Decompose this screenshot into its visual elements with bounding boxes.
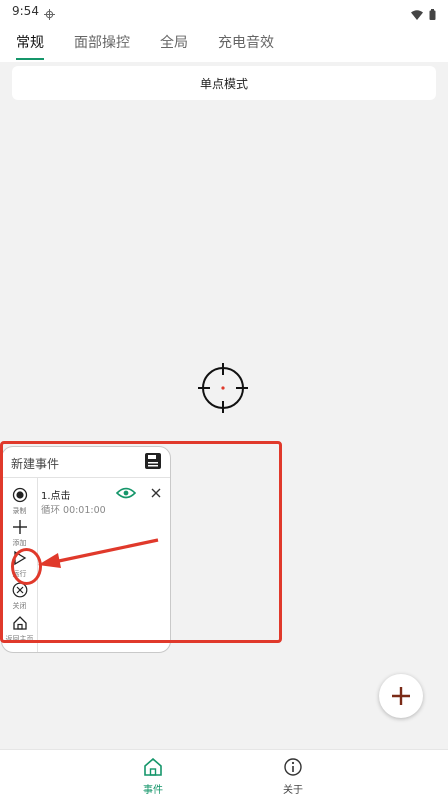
plus-icon (392, 687, 410, 705)
status-bar: 9:54 (0, 0, 448, 22)
tab-global[interactable]: 全局 (160, 22, 188, 62)
home-icon (144, 757, 162, 776)
add-fab-button[interactable] (379, 674, 423, 718)
nav-about[interactable]: 关于 (263, 758, 323, 796)
tab-bar: 常规 面部操控 全局 充电音效 (0, 22, 448, 62)
nav-events-label: 事件 (143, 785, 163, 796)
tab-general[interactable]: 常规 (16, 22, 44, 62)
mode-label: 单点模式 (199, 76, 248, 91)
annotation-arrow-icon (36, 536, 160, 574)
status-time: 9:54 (12, 4, 39, 18)
tab-face-control[interactable]: 面部操控 (74, 22, 130, 62)
app-screen: 9:54 常规 面部操控 全局 充电音效 单点模式 新建事件 录制 添加 运行 … (0, 0, 448, 797)
info-icon (284, 758, 302, 776)
nav-events[interactable]: 事件 (123, 757, 183, 796)
tab-charging-sound[interactable]: 充电音效 (218, 22, 274, 62)
mode-selector[interactable]: 单点模式 (12, 66, 436, 100)
crosshair-target-icon[interactable] (196, 361, 250, 419)
bottom-nav: 事件 关于 (0, 749, 448, 797)
nav-about-label: 关于 (283, 785, 303, 796)
